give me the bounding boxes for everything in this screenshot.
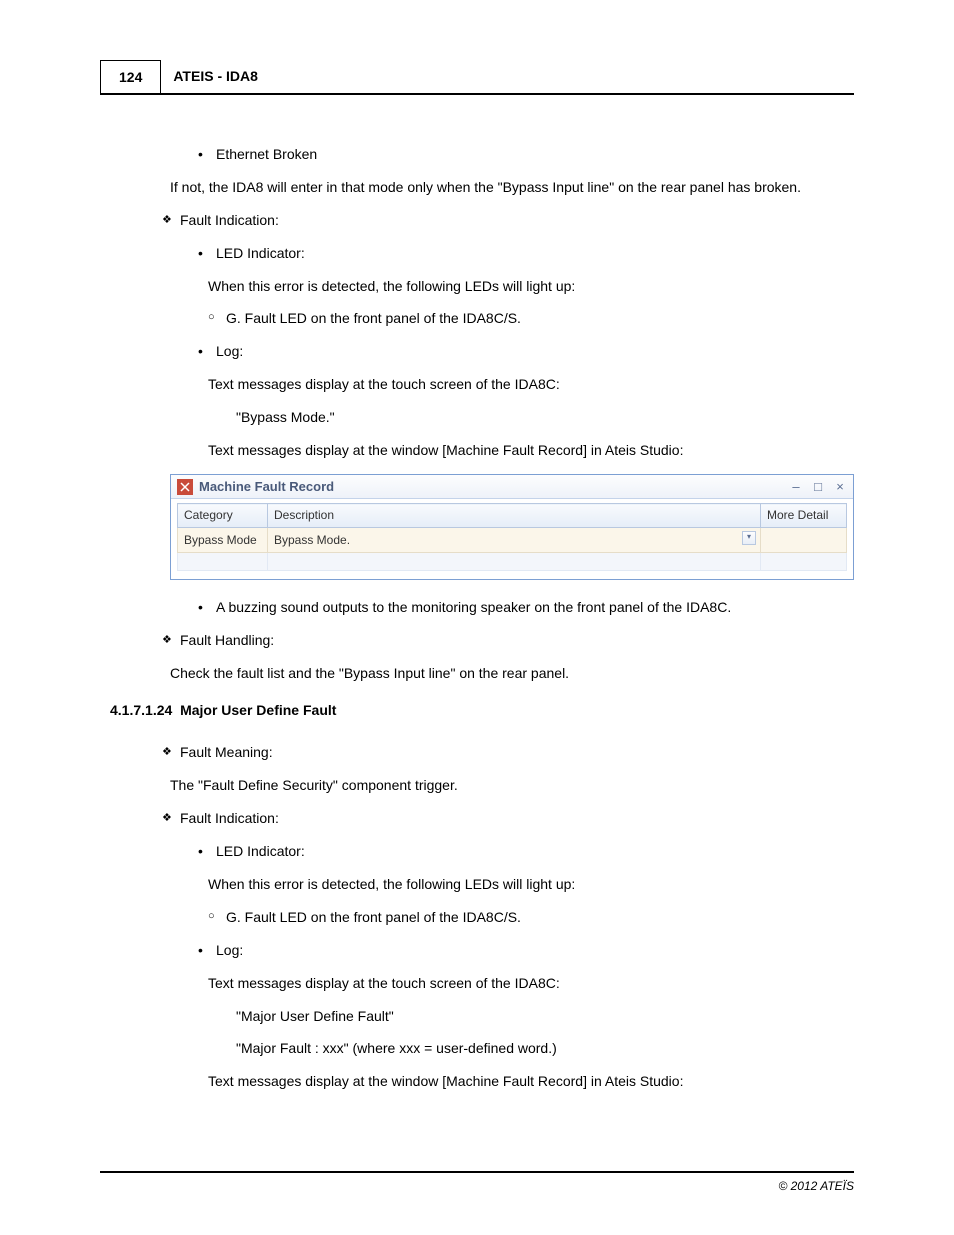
table-row-empty xyxy=(178,552,847,570)
circle-text: G. Fault LED on the front panel of the I… xyxy=(226,908,521,927)
col-header-more-detail[interactable]: More Detail xyxy=(761,504,847,527)
header-title: ATEIS - IDA8 xyxy=(161,60,270,93)
bullet-text: Log: xyxy=(216,342,243,361)
diamond-icon: ❖ xyxy=(162,743,180,762)
paragraph: Check the fault list and the "Bypass Inp… xyxy=(170,664,854,683)
close-icon[interactable]: × xyxy=(833,480,847,493)
page-footer: © 2012 ATEÏS xyxy=(100,1171,854,1193)
table-row[interactable]: Bypass Mode Bypass Mode. ▾ xyxy=(178,527,847,552)
paragraph: Text messages display at the touch scree… xyxy=(208,974,854,993)
machine-fault-record-window: Machine Fault Record – □ × Category Desc… xyxy=(170,474,854,580)
page-content: • Ethernet Broken If not, the IDA8 will … xyxy=(100,145,854,1091)
diamond-icon: ❖ xyxy=(162,211,180,230)
bullet-icon: • xyxy=(198,941,216,960)
bullet-text: LED Indicator: xyxy=(216,842,305,861)
bullet-item: • A buzzing sound outputs to the monitor… xyxy=(198,598,854,617)
section-title: Major User Define Fault xyxy=(180,702,336,718)
paragraph: Text messages display at the touch scree… xyxy=(208,375,854,394)
cell-description: Bypass Mode. ▾ xyxy=(268,527,761,552)
diamond-text: Fault Indication: xyxy=(180,809,279,828)
chevron-down-icon[interactable]: ▾ xyxy=(742,531,756,545)
circle-item: ○ G. Fault LED on the front panel of the… xyxy=(208,309,854,328)
bullet-item: • Log: xyxy=(198,342,854,361)
diamond-icon: ❖ xyxy=(162,631,180,650)
section-number: 4.1.7.1.24 xyxy=(110,702,172,718)
paragraph: When this error is detected, the followi… xyxy=(208,875,854,894)
diamond-item: ❖ Fault Meaning: xyxy=(162,743,854,762)
quoted-message: "Major User Define Fault" xyxy=(236,1007,854,1026)
circle-item: ○ G. Fault LED on the front panel of the… xyxy=(208,908,854,927)
page-number: 124 xyxy=(100,60,161,93)
fault-record-table: Category Description More Detail Bypass … xyxy=(177,503,847,570)
bullet-item: • Log: xyxy=(198,941,854,960)
bullet-text: Ethernet Broken xyxy=(216,145,317,164)
window-title: Machine Fault Record xyxy=(199,478,789,496)
bullet-icon: • xyxy=(198,598,216,617)
diamond-text: Fault Meaning: xyxy=(180,743,273,762)
paragraph: If not, the IDA8 will enter in that mode… xyxy=(170,178,854,197)
paragraph: Text messages display at the window [Mac… xyxy=(208,441,854,460)
bullet-icon: • xyxy=(198,244,216,263)
circle-text: G. Fault LED on the front panel of the I… xyxy=(226,309,521,328)
circle-icon: ○ xyxy=(208,309,226,328)
bullet-text: LED Indicator: xyxy=(216,244,305,263)
window-body: Category Description More Detail Bypass … xyxy=(171,499,853,578)
bullet-icon: • xyxy=(198,842,216,861)
diamond-item: ❖ Fault Handling: xyxy=(162,631,854,650)
circle-icon: ○ xyxy=(208,908,226,927)
diamond-text: Fault Indication: xyxy=(180,211,279,230)
table-header-row: Category Description More Detail xyxy=(178,504,847,527)
minimize-icon[interactable]: – xyxy=(789,480,803,493)
paragraph: Text messages display at the window [Mac… xyxy=(208,1072,854,1091)
col-header-description[interactable]: Description xyxy=(268,504,761,527)
diamond-icon: ❖ xyxy=(162,809,180,828)
window-titlebar: Machine Fault Record – □ × xyxy=(171,475,853,500)
page-header: 124 ATEIS - IDA8 xyxy=(100,60,854,95)
bullet-text: A buzzing sound outputs to the monitorin… xyxy=(216,598,731,617)
col-header-category[interactable]: Category xyxy=(178,504,268,527)
maximize-icon[interactable]: □ xyxy=(811,480,825,493)
bullet-item: • LED Indicator: xyxy=(198,842,854,861)
diamond-item: ❖ Fault Indication: xyxy=(162,211,854,230)
paragraph: When this error is detected, the followi… xyxy=(208,277,854,296)
bullet-icon: • xyxy=(198,145,216,164)
paragraph: The "Fault Define Security" component tr… xyxy=(170,776,854,795)
bullet-item: • LED Indicator: xyxy=(198,244,854,263)
bullet-text: Log: xyxy=(216,941,243,960)
quoted-message: "Major Fault : xxx" (where xxx = user-de… xyxy=(236,1039,854,1058)
cell-more-detail xyxy=(761,527,847,552)
quoted-message: "Bypass Mode." xyxy=(236,408,854,427)
diamond-text: Fault Handling: xyxy=(180,631,274,650)
bullet-item: • Ethernet Broken xyxy=(198,145,854,164)
copyright: © 2012 ATEÏS xyxy=(778,1179,854,1193)
section-heading: 4.1.7.1.24 Major User Define Fault xyxy=(110,701,854,720)
app-icon xyxy=(177,479,193,495)
diamond-item: ❖ Fault Indication: xyxy=(162,809,854,828)
bullet-icon: • xyxy=(198,342,216,361)
cell-category: Bypass Mode xyxy=(178,527,268,552)
